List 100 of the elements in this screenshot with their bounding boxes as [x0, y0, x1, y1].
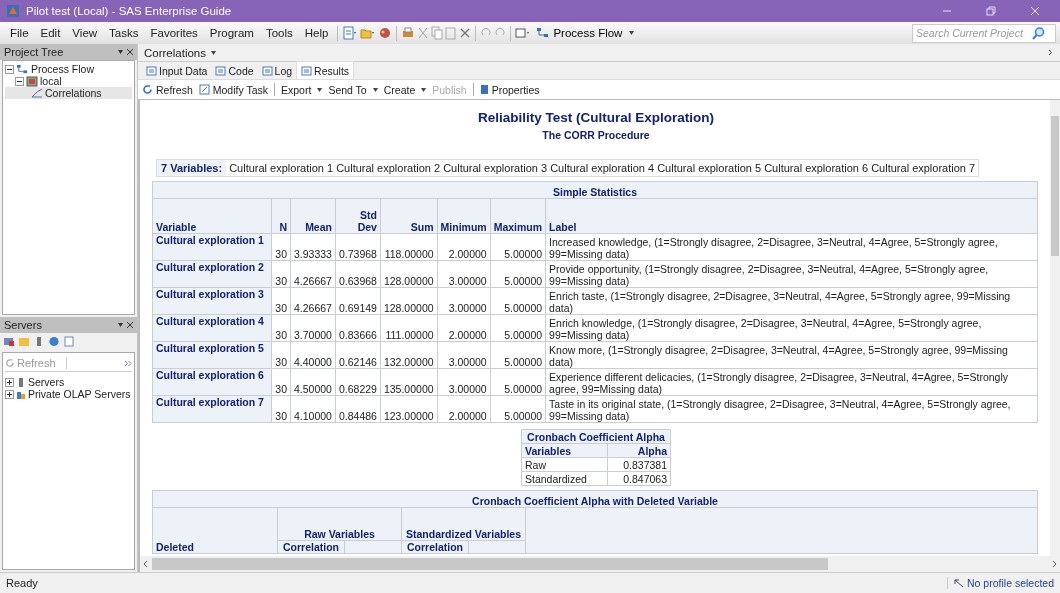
toolbar-button[interactable]: Send To [328, 83, 378, 96]
open-folder-icon[interactable] [360, 26, 377, 40]
tab[interactable]: Input Data [142, 62, 212, 79]
app-icon [6, 4, 20, 18]
document-icon [146, 65, 157, 76]
flow-icon [16, 63, 29, 75]
table-cell: 0.847063 [607, 471, 671, 486]
table-cell: 30 [271, 341, 291, 369]
close-icon[interactable] [127, 322, 133, 328]
toolbar-button[interactable]: Properties [479, 83, 540, 96]
column-header: Mean [290, 198, 336, 234]
table-cell: 3.93333 [290, 233, 336, 261]
tree-item[interactable]: Servers [5, 376, 132, 388]
table-cell: Standardized [521, 471, 608, 486]
table-cell: 0.62146 [335, 341, 381, 369]
variables-list: Cultural exploration 1 Cultural exploration 2 Cultural exploration 3 Cultural exploration 4 Cultural exploration 5 Cultural exploration 6 Cultural exploration 7 [226, 160, 979, 176]
expand-icon[interactable] [5, 377, 14, 387]
table-cell: Raw [521, 457, 608, 472]
search-icon[interactable] [1032, 26, 1045, 40]
table-cell: Experience different delicacies, (1=Strongly disagree, 2=Disagree, 3=Neutral, 4=Agree, 5=Strongly agree, 99=Missing data) [545, 368, 1038, 396]
toolbar-button[interactable]: Export [281, 83, 323, 96]
table-cell: Know more, (1=Strongly disagree, 2=Disagree, 3=Neutral, 4=Agree, 5=Strongly agree, 99=Missing data) [545, 341, 1038, 369]
close-icon[interactable] [127, 49, 133, 55]
chevron-right-icon[interactable] [1048, 49, 1054, 56]
row-header: Cultural exploration 7 [152, 395, 272, 423]
document-title[interactable]: Correlations [144, 46, 216, 59]
table-cell: 3.00000 [437, 260, 491, 288]
tree-item[interactable]: local [5, 75, 132, 87]
tab[interactable]: Code [211, 62, 258, 79]
search-field[interactable]: Search Current Project [912, 23, 1056, 43]
menu-item[interactable]: View [66, 27, 104, 39]
toolbar-button[interactable]: Create [383, 83, 427, 96]
report-subtitle: The CORR Procedure [541, 129, 651, 141]
tree-item[interactable]: Correlations [5, 87, 132, 99]
menu-item[interactable]: Favorites [144, 27, 204, 39]
tree-item[interactable]: Process Flow [5, 63, 132, 75]
row-header: Deleted [152, 507, 278, 554]
caret-icon[interactable] [118, 323, 123, 327]
table-cell: 3.00000 [437, 341, 491, 369]
chart-line-icon [31, 88, 43, 98]
table-title: Cronbach Coefficient Alpha [521, 429, 671, 444]
toolbar-button[interactable]: Modify Task [198, 83, 268, 96]
profile-status[interactable]: No profile selected [947, 577, 1054, 589]
vertical-scrollbar[interactable] [1050, 100, 1060, 556]
tree-item[interactable]: Private OLAP Servers [5, 388, 132, 400]
row-header: Cultural exploration 6 [152, 368, 272, 396]
server-icon [16, 376, 26, 388]
menu-item[interactable]: File [4, 27, 35, 39]
collapse-icon[interactable] [5, 64, 14, 74]
column-header: Minimum [437, 198, 491, 234]
row-header: Cultural exploration 5 [152, 341, 272, 369]
variables-label: 7 Variables: [157, 160, 227, 176]
caret-icon [421, 87, 427, 92]
table-cell: 5.00000 [490, 341, 546, 369]
table-cell: 123.00000 [380, 395, 438, 423]
restore-icon[interactable] [986, 6, 996, 16]
table-cell: 135.00000 [380, 368, 438, 396]
horizontal-scrollbar[interactable] [140, 556, 1060, 572]
table-cell: 4.40000 [290, 341, 336, 369]
edit-icon [198, 84, 210, 95]
window-icon[interactable] [515, 26, 532, 40]
document-icon[interactable] [63, 336, 75, 347]
new-file-icon[interactable] [342, 26, 359, 40]
table-cell: 5.00000 [490, 314, 546, 342]
caret-icon[interactable] [118, 50, 123, 54]
tab[interactable]: Log [257, 62, 297, 79]
expand-icon[interactable] [5, 389, 14, 399]
menu-item[interactable]: Program [203, 27, 260, 39]
refresh-icon [5, 358, 15, 368]
toolbar-button[interactable]: Refresh [142, 83, 193, 96]
menu-item[interactable]: Tasks [103, 27, 145, 39]
menu-item[interactable]: Tools [259, 27, 299, 39]
document-icon [215, 65, 227, 76]
row-header: Cultural exploration 1 [152, 233, 272, 261]
server-add-icon[interactable] [3, 336, 15, 347]
column-header: Sum [380, 198, 438, 234]
column-group-header: Raw Variables [277, 507, 402, 541]
document-icon [261, 65, 273, 76]
table-cell: 5.00000 [490, 233, 546, 261]
menu-item[interactable]: Edit [34, 27, 67, 39]
tab[interactable]: Results [296, 61, 355, 79]
table-cell: 4.10000 [290, 395, 336, 423]
table-cell: 0.69149 [335, 287, 381, 315]
table-cell: 0.837381 [607, 457, 671, 472]
globe-icon[interactable] [48, 336, 60, 347]
table-title: Simple Statistics [152, 181, 1038, 199]
process-flow-button[interactable]: Process Flow [532, 27, 639, 39]
table-cell: Enrich taste, (1=Strongly disagree, 2=Disagree, 3=Neutral, 4=Agree, 5=Strongly agree, 99=Missing data) [545, 287, 1038, 315]
table-cell: 0.84486 [335, 395, 381, 423]
table-cell: 5.00000 [490, 368, 546, 396]
table-cell: 30 [271, 368, 291, 396]
table-cell: 30 [271, 233, 291, 261]
table-cell: 132.00000 [380, 341, 438, 369]
delete-icon[interactable] [459, 26, 472, 40]
table-cell: 2.00000 [437, 233, 491, 261]
collapse-icon[interactable] [15, 76, 24, 86]
table-cell: Enrich knowledge, (1=Strongly disagree, 2=Disagree, 3=Neutral, 4=Agree, 5=Strongly agree, 99=Missing data) [545, 314, 1038, 342]
table-cell: 128.00000 [380, 260, 438, 288]
print-icon[interactable] [401, 26, 416, 40]
menu-item[interactable]: Help [298, 27, 335, 39]
